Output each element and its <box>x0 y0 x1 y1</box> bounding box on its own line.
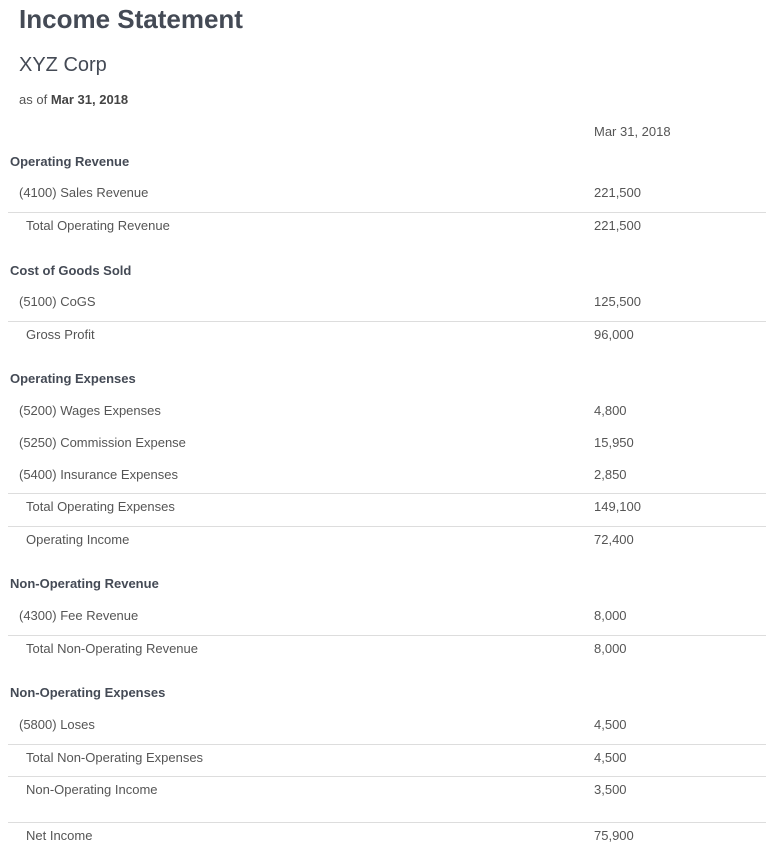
row-label: Operating Expenses <box>10 371 136 386</box>
row-label: Total Operating Expenses <box>26 499 175 514</box>
row-amount: 75,900 <box>594 828 634 843</box>
row-divider <box>8 744 766 745</box>
row-divider <box>8 635 766 636</box>
row-label: Gross Profit <box>26 327 95 342</box>
row-label: (5100) CoGS <box>19 294 96 309</box>
total-row: Gross Profit 96,000 <box>0 327 766 359</box>
row-divider <box>8 822 766 823</box>
row-label: (5250) Commission Expense <box>19 435 186 450</box>
row-divider <box>8 526 766 527</box>
row-amount: 4,500 <box>594 717 627 732</box>
section-header: Non-Operating Expenses <box>0 685 766 717</box>
row-amount: 4,800 <box>594 403 627 418</box>
row-label: Operating Income <box>26 532 130 547</box>
row-amount: 8,000 <box>594 608 627 623</box>
row-divider <box>8 776 766 777</box>
row-label: Cost of Goods Sold <box>10 263 132 278</box>
account-row: (5250) Commission Expense 15,950 <box>0 435 766 467</box>
row-divider <box>8 321 766 322</box>
as-of-date: Mar 31, 2018 <box>50 92 129 107</box>
account-row: (5200) Wages Expenses 4,800 <box>0 403 766 435</box>
row-amount: 15,950 <box>594 435 634 450</box>
as-of-line: as of Mar 31, 2018 <box>19 92 128 108</box>
row-label: Non-Operating Income <box>26 782 158 797</box>
total-row: Total Non-Operating Revenue 8,000 <box>0 641 766 673</box>
row-amount: 4,500 <box>594 750 627 765</box>
row-amount: 3,500 <box>594 782 627 797</box>
section-header: Operating Revenue <box>0 154 766 186</box>
total-row: Operating Income 72,400 <box>0 532 766 564</box>
row-label: Total Non-Operating Expenses <box>26 750 204 765</box>
total-row: Net Income 75,900 <box>0 828 766 860</box>
row-label: (5800) Loses <box>19 717 95 732</box>
total-row: Total Operating Revenue 221,500 <box>0 218 766 250</box>
company-name: XYZ Corp <box>19 54 107 76</box>
row-amount: 96,000 <box>594 327 634 342</box>
as-of-prefix: as of <box>19 92 48 107</box>
section-header: Non-Operating Revenue <box>0 576 766 608</box>
row-label: Operating Revenue <box>10 154 130 169</box>
row-amount: 221,500 <box>594 185 641 200</box>
row-divider <box>8 212 766 213</box>
row-label: Total Non-Operating Revenue <box>26 641 198 656</box>
period-column-header: Mar 31, 2018 <box>594 124 671 139</box>
section-header: Cost of Goods Sold <box>0 263 766 295</box>
row-label: (4300) Fee Revenue <box>19 608 139 623</box>
account-row: (5400) Insurance Expenses 2,850 <box>0 467 766 499</box>
row-amount: 125,500 <box>594 294 641 309</box>
row-label: Non-Operating Revenue <box>10 576 159 591</box>
row-divider <box>8 493 766 494</box>
row-label: (5400) Insurance Expenses <box>19 467 178 482</box>
row-amount: 149,100 <box>594 499 641 514</box>
row-amount: 2,850 <box>594 467 627 482</box>
section-header: Operating Expenses <box>0 371 766 403</box>
row-amount: 72,400 <box>594 532 634 547</box>
row-label: Net Income <box>26 828 93 843</box>
row-label: (5200) Wages Expenses <box>19 403 161 418</box>
row-amount: 221,500 <box>594 218 641 233</box>
total-row: Total Non-Operating Expenses 4,500 <box>0 750 766 782</box>
row-label: (4100) Sales Revenue <box>19 185 149 200</box>
row-label: Total Operating Revenue <box>26 218 170 233</box>
total-row: Non-Operating Income 3,500 <box>0 782 766 814</box>
row-amount: 8,000 <box>594 641 627 656</box>
report-title: Income Statement <box>19 4 243 34</box>
row-label: Non-Operating Expenses <box>10 685 166 700</box>
